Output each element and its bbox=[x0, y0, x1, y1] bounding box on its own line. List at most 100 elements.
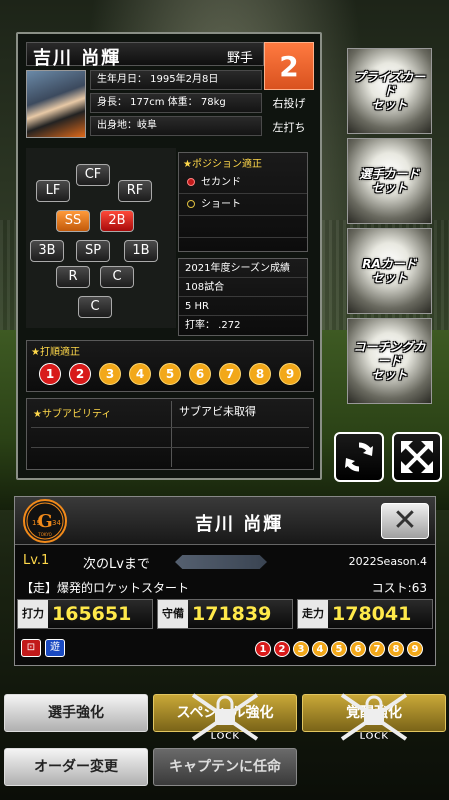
lock-icon: LOCK bbox=[340, 693, 408, 742]
player-detail-card: 吉川 尚輝 野手 2 右投げ 左打ち 生年月日： 1995年2月8日 身長： 1… bbox=[16, 32, 322, 480]
height-weight: 身長： 177cm 体重： 78kg bbox=[90, 93, 262, 113]
coaching-card-set-button[interactable]: コーチングカード セット bbox=[347, 318, 432, 404]
season-title: 2021年度シーズン成績 bbox=[179, 259, 307, 278]
divider bbox=[31, 447, 309, 448]
summary-player-name: 吉川 尚輝 bbox=[195, 514, 284, 535]
throws: 右投げ bbox=[272, 97, 306, 110]
skill-name: 【走】爆発的ロケットスタート bbox=[21, 581, 190, 595]
batting-order-9: 9 bbox=[279, 363, 301, 385]
summary-order-4: 4 bbox=[312, 641, 328, 657]
close-button[interactable]: ✕ bbox=[381, 503, 429, 539]
summary-header: G 19 34 TOKYO 吉川 尚輝 ✕ bbox=[15, 497, 435, 545]
captain-assign-button[interactable]: キャプテンに任命 bbox=[153, 748, 297, 786]
summary-order-6: 6 bbox=[350, 641, 366, 657]
birthdate: 生年月日： 1995年2月8日 bbox=[90, 70, 262, 90]
summary-order-5: 5 bbox=[331, 641, 347, 657]
batting-order-4: 4 bbox=[129, 363, 151, 385]
team-logo: G 19 34 TOKYO bbox=[23, 499, 67, 543]
summary-order-8: 8 bbox=[388, 641, 404, 657]
summary-order-2: 2 bbox=[274, 641, 290, 657]
season-avg: 打率： .272 bbox=[185, 320, 241, 331]
position-rf: RF bbox=[118, 180, 152, 202]
summary-order-1: 1 bbox=[255, 641, 271, 657]
sub-ability-status: サブアビ未取得 bbox=[179, 405, 256, 418]
prize-card-set-button[interactable]: プライズカード セット bbox=[347, 48, 432, 134]
batting-order-8: 8 bbox=[249, 363, 271, 385]
ra-card-set-label: RAカード セット bbox=[362, 257, 417, 285]
season-label: 2022Season.4 bbox=[348, 555, 427, 568]
batting-order-5: 5 bbox=[159, 363, 181, 385]
season-hr: 5 HR bbox=[179, 297, 307, 316]
coaching-card-set-label: コーチングカード セット bbox=[353, 340, 426, 382]
speed-label: 走力 bbox=[298, 600, 328, 628]
position-3b: 3B bbox=[30, 240, 64, 262]
radio-off-icon bbox=[187, 200, 195, 208]
svg-text:LOCK: LOCK bbox=[359, 731, 390, 742]
player-enhance-button[interactable]: 選手強化 bbox=[4, 694, 148, 732]
expand-icon bbox=[401, 441, 433, 473]
cost-label: コスト:63 bbox=[371, 581, 427, 595]
refresh-button[interactable] bbox=[334, 432, 384, 482]
svg-text:TOKYO: TOKYO bbox=[37, 532, 51, 537]
expand-button[interactable] bbox=[392, 432, 442, 482]
batting-order-panel: ★打順適正 123456789 bbox=[26, 340, 314, 392]
position-ss: SS bbox=[56, 210, 90, 232]
shortstop-icon: 遊 bbox=[45, 639, 65, 657]
batting-order-7: 7 bbox=[219, 363, 241, 385]
lock-icon: LOCK bbox=[191, 693, 259, 742]
giants-logo-icon: G 19 34 TOKYO bbox=[26, 502, 64, 540]
sub-ability-panel: ★サブアビリティ サブアビ未取得 bbox=[26, 398, 314, 470]
svg-text:19: 19 bbox=[32, 519, 41, 527]
awaken-enhance-button[interactable]: 覚醒強化 LOCK bbox=[302, 693, 446, 742]
batting-order-2: 2 bbox=[69, 363, 91, 385]
batting-label: 打力 bbox=[18, 600, 48, 628]
aptitude-opt1-label: セカンド bbox=[201, 177, 241, 188]
order-change-button[interactable]: オーダー変更 bbox=[4, 748, 148, 786]
position-diagram: CF LF RF SS 2B 3B SP 1B R C C bbox=[26, 148, 176, 328]
batting-order-6: 6 bbox=[189, 363, 211, 385]
summary-order-3: 3 bbox=[293, 641, 309, 657]
position-type-icon: ⊡ bbox=[21, 639, 41, 657]
refresh-icon bbox=[345, 442, 373, 472]
position-aptitude-panel: ★ポジション適正 セカンド ショート bbox=[178, 152, 308, 252]
sub-ability-title: ★サブアビリティ bbox=[33, 409, 112, 420]
position-1b: 1B bbox=[124, 240, 158, 262]
profile-rows: 生年月日： 1995年2月8日 身長： 177cm 体重： 78kg 出身地：岐… bbox=[90, 70, 262, 139]
season-games: 108試合 bbox=[179, 278, 307, 297]
speed-value: 178041 bbox=[332, 603, 412, 625]
defense-value: 171839 bbox=[192, 603, 272, 625]
name-bar: 吉川 尚輝 野手 bbox=[26, 42, 264, 69]
throw-bat-info: 右投げ 左打ち bbox=[264, 92, 314, 140]
next-level-label: 次のLvまで bbox=[83, 557, 150, 572]
player-card-set-button[interactable]: 選手カード セット bbox=[347, 138, 432, 224]
special-enhance-button[interactable]: スペシャル強化 LOCK bbox=[153, 693, 297, 742]
ra-card-set-button[interactable]: RAカード セット bbox=[347, 228, 432, 314]
position-lf: LF bbox=[36, 180, 70, 202]
player-card-set-label: 選手カード セット bbox=[359, 167, 420, 195]
position-2b: 2B bbox=[100, 210, 134, 232]
level: Lv.1 bbox=[23, 553, 50, 568]
batting-order-title: ★打順適正 bbox=[31, 347, 80, 358]
exp-bar bbox=[175, 555, 267, 569]
uniform-number: 2 bbox=[264, 42, 314, 90]
batting-value: 165651 bbox=[52, 603, 132, 625]
divider bbox=[31, 427, 309, 428]
batting-stat: 打力 165651 bbox=[17, 599, 153, 629]
position-cf: CF bbox=[76, 164, 110, 186]
aptitude-title: ★ポジション適正 bbox=[183, 159, 262, 170]
batting-order-3: 3 bbox=[99, 363, 121, 385]
aptitude-empty-row bbox=[179, 216, 307, 238]
player-photo bbox=[26, 70, 86, 138]
position-sp: SP bbox=[76, 240, 110, 262]
aptitude-opt2-label: ショート bbox=[201, 199, 241, 210]
radio-on-icon bbox=[187, 178, 195, 186]
birthplace: 出身地：岐阜 bbox=[90, 116, 262, 136]
divider bbox=[171, 401, 172, 467]
svg-text:LOCK: LOCK bbox=[210, 731, 241, 742]
season-stats-panel: 2021年度シーズン成績 108試合 5 HR 打率： .272 bbox=[178, 258, 308, 336]
batting-order-1: 1 bbox=[39, 363, 61, 385]
defense-stat: 守備 171839 bbox=[157, 599, 293, 629]
player-summary-card: G 19 34 TOKYO 吉川 尚輝 ✕ Lv.1 次のLvまで 2022Se… bbox=[14, 496, 436, 666]
bats: 左打ち bbox=[272, 121, 306, 134]
position-r: R bbox=[56, 266, 90, 288]
